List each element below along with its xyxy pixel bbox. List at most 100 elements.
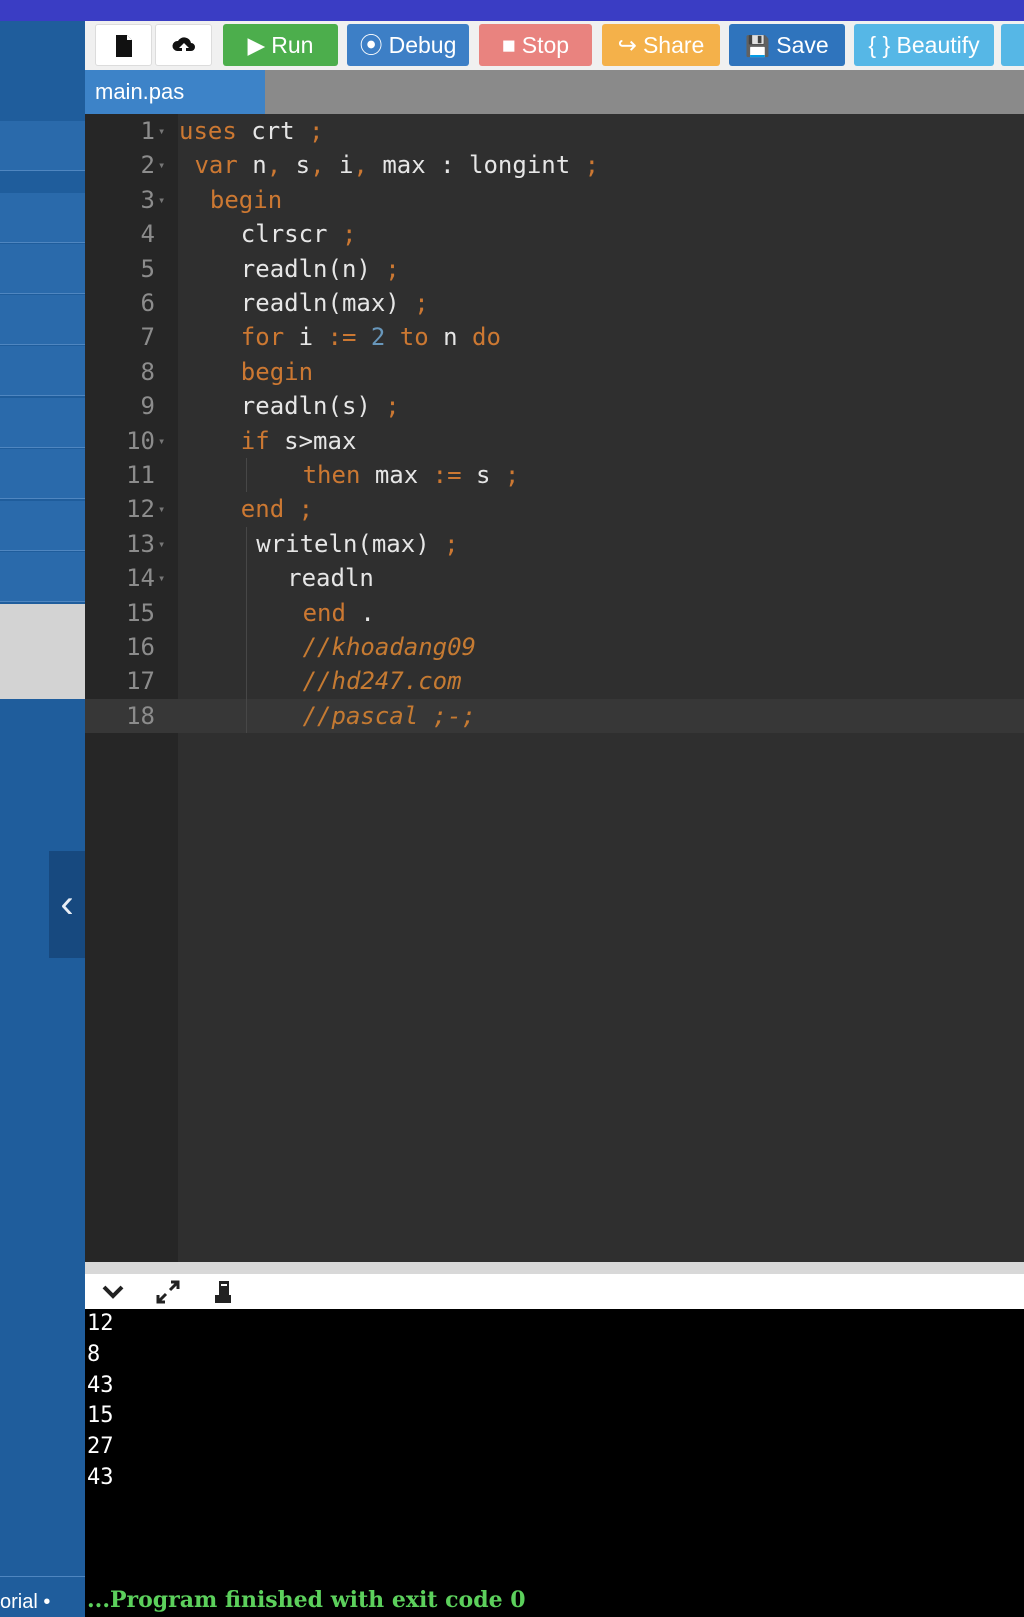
code-line[interactable]: 13 ▾ writeln(max) ; (85, 526, 1024, 562)
code-token: readln(n) (240, 254, 371, 283)
code-line[interactable]: 11 then max := s ; (85, 458, 1024, 493)
fold-arrow-icon[interactable]: ▾ (158, 492, 165, 526)
tab-main-pas[interactable]: main.pas (85, 70, 265, 114)
console-line: 12 (87, 1311, 114, 1336)
indent-guide (246, 698, 247, 734)
run-label: Run (271, 32, 314, 58)
line-number: 14 (126, 564, 155, 593)
code-text: for i := 2 to n do (241, 320, 501, 354)
code-line[interactable]: 14 ▾ readln (85, 561, 1024, 596)
fold-arrow-icon[interactable]: ▾ (158, 183, 165, 217)
console-line: 27 (87, 1434, 114, 1460)
code-line[interactable]: 10 ▾ if s>max (85, 424, 1024, 458)
code-text: uses crt ; (179, 114, 324, 148)
sidebar-item[interactable] (0, 501, 85, 551)
run-button[interactable]: ▶ Run (223, 24, 338, 66)
code-token: writeln(max) (256, 529, 430, 558)
code-token: := (313, 323, 357, 352)
fold-arrow-icon[interactable]: ▾ (158, 424, 165, 458)
share-label: Share (642, 32, 705, 58)
collapse-sidebar-button[interactable]: ‹ (49, 851, 85, 958)
code-token: 2 (356, 323, 386, 352)
code-text: begin (241, 355, 313, 389)
code-token: max (360, 461, 419, 489)
code-text: then max := s ; (303, 458, 520, 492)
code-line[interactable]: 8 begin (85, 355, 1024, 389)
code-text: clrscr ; (241, 217, 357, 251)
sidebar: orial • (0, 21, 85, 1617)
sidebar-item[interactable] (0, 295, 85, 345)
indent-guide (246, 561, 247, 596)
code-token: readln(max) (240, 289, 400, 317)
code-line[interactable]: 3 ▾ begin (85, 183, 1024, 217)
share-button[interactable]: ↪ Share (602, 24, 720, 66)
code-line[interactable]: 5 readln(n) ; (85, 252, 1024, 286)
code-line[interactable]: 7 for i := 2 to n do (85, 320, 1024, 354)
code-token: . (345, 598, 375, 627)
line-number: 17 (126, 667, 155, 696)
sidebar-item[interactable] (0, 552, 85, 602)
code-line[interactable]: 1 ▾ uses crt ; (85, 114, 1024, 148)
upload-button[interactable] (155, 24, 212, 66)
code-line[interactable]: 4 clrscr ; (85, 217, 1024, 251)
sidebar-item[interactable] (0, 244, 85, 294)
code-line[interactable]: 9 readln(s) ; (85, 389, 1024, 423)
save-button[interactable]: 💾 Save (729, 24, 845, 66)
code-line[interactable]: 15 end . (85, 595, 1024, 630)
chevron-left-icon: ‹ (60, 882, 74, 926)
code-token: s (461, 461, 491, 489)
expand-icon[interactable] (150, 1275, 186, 1309)
code-token: readln (287, 564, 374, 593)
fold-arrow-icon[interactable]: ▾ (158, 527, 165, 561)
stop-button[interactable]: ■ Stop (479, 24, 592, 66)
code-token: begin (209, 185, 283, 214)
code-token: do (457, 323, 501, 352)
code-token: var (194, 151, 238, 180)
sidebar-item[interactable] (0, 193, 85, 243)
code-token: i (284, 323, 314, 352)
code-token: ; (327, 220, 357, 249)
panel-resize-handle[interactable] (85, 1262, 1024, 1274)
console-toolbar (85, 1274, 1024, 1309)
sidebar-item[interactable] (0, 398, 85, 448)
clear-icon[interactable] (205, 1275, 241, 1309)
code-token: crt (236, 117, 295, 145)
code-token: //khoadang09 (302, 633, 476, 661)
code-line[interactable]: 2 ▾ var n, s, i, max : longint ; (85, 148, 1024, 182)
code-text: writeln(max) ; (256, 527, 458, 561)
fold-arrow-icon[interactable]: ▾ (158, 148, 165, 182)
console-output[interactable]: 12 8 43 15 27 43 ...Program finished with exi… (85, 1309, 1024, 1617)
fold-arrow-icon[interactable]: ▾ (158, 561, 165, 595)
sidebar-footer-link[interactable]: orial • (0, 1576, 85, 1617)
play-icon: ▶ (247, 32, 266, 58)
code-line[interactable]: 6 readln(max) ; (85, 286, 1024, 320)
code-line[interactable]: 16 //khoadang09 (85, 630, 1024, 665)
chevron-down-icon[interactable] (95, 1275, 131, 1309)
code-line[interactable]: 18 //pascal ;-; (85, 698, 1024, 734)
toolbar: ▶ Run ⦿ Debug ■ Stop ↪ Share 💾 Save { } Beaut… (85, 21, 1024, 70)
code-token: then (302, 461, 361, 489)
code-line[interactable]: 12 ▾ end ; (85, 492, 1024, 526)
code-token: i (324, 151, 354, 180)
code-text: var n, s, i, max : longint ; (194, 148, 599, 182)
code-token: , (353, 151, 368, 180)
sidebar-item[interactable] (0, 346, 85, 396)
code-token: end (240, 495, 285, 524)
toolbar-overflow-button[interactable] (1001, 24, 1024, 66)
beautify-button[interactable]: { } Beautify (854, 24, 994, 66)
indent-guide (246, 630, 247, 665)
code-editor[interactable]: 1 ▾ uses crt ; 2 ▾ var n, s, i, max : longint… (85, 114, 1024, 1262)
sidebar-item[interactable] (0, 121, 85, 171)
code-token: n (428, 323, 458, 352)
code-line[interactable]: 17 //hd247.com (85, 664, 1024, 699)
share-icon: ↪ (617, 32, 637, 58)
new-file-button[interactable] (95, 24, 152, 66)
debug-button[interactable]: ⦿ Debug (347, 24, 469, 66)
stop-icon: ■ (501, 32, 516, 58)
sidebar-item[interactable] (0, 449, 85, 499)
fold-arrow-icon[interactable]: ▾ (158, 114, 165, 148)
line-number: 1 (140, 117, 155, 145)
console-line: 15 (87, 1403, 114, 1429)
console-line: 8 (87, 1341, 101, 1367)
code-token: max : longint (367, 151, 571, 180)
